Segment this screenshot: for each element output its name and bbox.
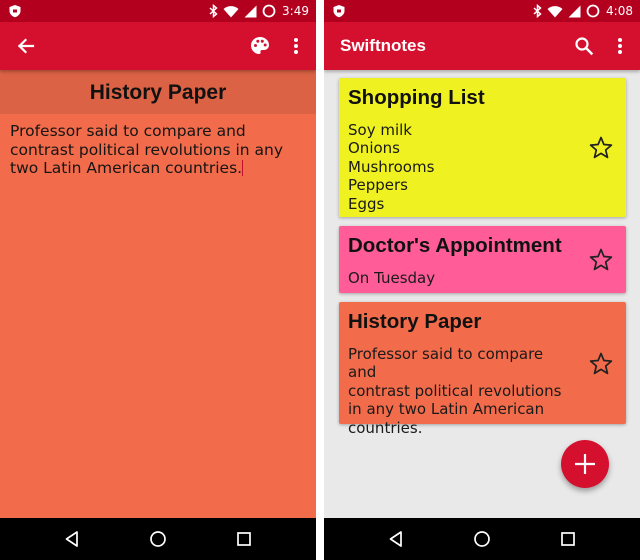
- note-card-doctors-appointment[interactable]: Doctor's Appointment On Tuesday: [339, 226, 626, 293]
- status-clock: 3:49: [282, 4, 309, 18]
- navigation-bar: [0, 518, 316, 560]
- text-cursor: [242, 160, 244, 176]
- search-icon[interactable]: [572, 34, 596, 58]
- battery-icon: [262, 4, 276, 18]
- shield-icon: [333, 5, 345, 18]
- navigation-bar: [324, 518, 640, 560]
- add-note-button[interactable]: [561, 440, 609, 488]
- star-outline-icon[interactable]: [588, 351, 614, 377]
- note-card-shopping-list[interactable]: Shopping List Soy milk Onions Mushrooms …: [339, 78, 626, 217]
- note-card-line: Professor said to compare and: [348, 345, 544, 382]
- note-card-title: Doctor's Appointment: [348, 234, 562, 257]
- note-card-history-paper[interactable]: History Paper Professor said to compare …: [339, 302, 626, 437]
- list-app-bar: Swiftnotes: [324, 22, 640, 70]
- note-body-field[interactable]: Professor said to compare and contrast p…: [10, 122, 306, 178]
- nav-home-icon[interactable]: [148, 529, 168, 549]
- app-title: Swiftnotes: [340, 36, 426, 55]
- nav-recents-icon[interactable]: [234, 529, 254, 549]
- status-bar: 3:49: [0, 0, 316, 22]
- note-card-title: Shopping List: [348, 86, 485, 109]
- note-card-line: contrast political revolutions: [348, 381, 562, 400]
- wifi-icon: [223, 5, 239, 18]
- more-vert-icon[interactable]: [284, 34, 308, 58]
- notes-list-screen: 4:08 Swiftnotes Shopping List Soy milk O…: [324, 0, 640, 560]
- note-card-line: Mushrooms: [348, 157, 435, 176]
- note-card-line: Soy milk: [348, 121, 412, 139]
- plus-icon: [575, 454, 595, 474]
- battery-icon: [586, 4, 600, 18]
- signal-icon: [568, 5, 581, 17]
- nav-back-icon[interactable]: [62, 529, 82, 549]
- screenshot-stage: 3:49 History Paper Professor said to com…: [0, 0, 640, 560]
- star-outline-icon[interactable]: [588, 135, 614, 161]
- note-card-line: Onions: [348, 139, 400, 158]
- note-card-line: in any two Latin American: [348, 400, 545, 419]
- note-title-field[interactable]: History Paper: [0, 70, 316, 114]
- note-card-body: Soy milk Onions Mushrooms Peppers Eggs: [348, 121, 573, 213]
- shield-icon: [9, 5, 21, 18]
- status-clock: 4:08: [606, 4, 633, 18]
- signal-icon: [244, 5, 257, 17]
- nav-recents-icon[interactable]: [558, 529, 578, 549]
- star-outline-icon[interactable]: [588, 247, 614, 273]
- note-card-body: Professor said to compare and contrast p…: [348, 345, 573, 437]
- bluetooth-icon: [209, 4, 218, 18]
- wifi-icon: [547, 5, 563, 18]
- back-arrow-icon[interactable]: [14, 34, 38, 58]
- note-card-line: On Tuesday: [348, 269, 436, 287]
- note-card-title: History Paper: [348, 310, 482, 333]
- note-card-line: Peppers: [348, 176, 408, 195]
- nav-home-icon[interactable]: [472, 529, 492, 549]
- note-card-line: countries.: [348, 418, 423, 437]
- note-card-line: Eggs: [348, 194, 385, 213]
- bluetooth-icon: [533, 4, 542, 18]
- status-bar: 4:08: [324, 0, 640, 22]
- editor-app-bar: [0, 22, 316, 70]
- more-vert-icon[interactable]: [608, 34, 632, 58]
- palette-icon[interactable]: [248, 34, 272, 58]
- note-editor-screen: 3:49 History Paper Professor said to com…: [0, 0, 316, 560]
- note-card-body: On Tuesday: [348, 269, 573, 287]
- nav-back-icon[interactable]: [386, 529, 406, 549]
